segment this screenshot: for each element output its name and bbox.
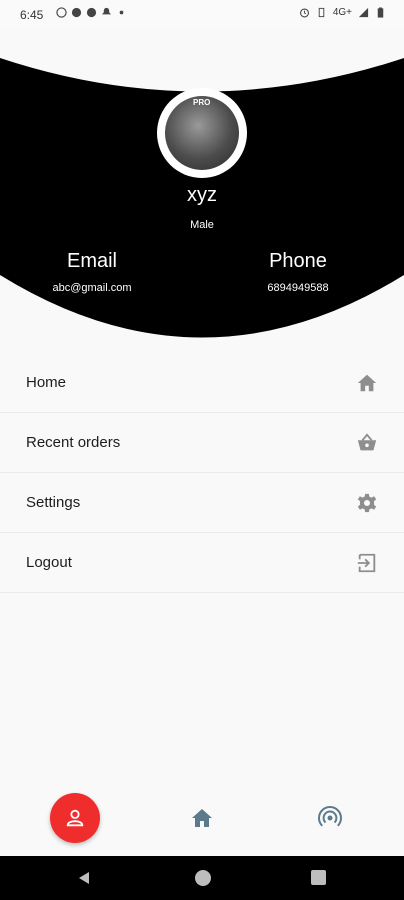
system-navigation-bar [0, 856, 404, 900]
home-tab-button[interactable] [190, 806, 214, 830]
recents-icon[interactable] [311, 870, 326, 885]
vibrate-icon [316, 7, 327, 18]
logout-icon [356, 552, 378, 574]
menu-item-recent-orders[interactable]: Recent orders [0, 413, 404, 473]
profile-icon [66, 809, 84, 827]
menu-item-label: Logout [26, 554, 72, 571]
menu-item-label: Recent orders [26, 434, 121, 451]
whatsapp-icon [56, 7, 67, 18]
radar-icon [318, 806, 342, 827]
bottom-navigation [0, 790, 404, 856]
home-circle-icon[interactable] [195, 870, 211, 886]
menu-item-logout[interactable]: Logout [0, 533, 404, 593]
email-block: Email abc@gmail.com [12, 250, 172, 294]
phone-value: 6894949588 [267, 282, 329, 294]
signal-icon [358, 7, 369, 18]
snapchat-icon [101, 7, 112, 18]
status-time: 6:45 [20, 8, 44, 22]
status-bar: 6:45 4G+ [0, 0, 404, 30]
menu-item-label: Home [26, 374, 67, 391]
avatar[interactable]: PRO [165, 96, 239, 170]
dot-icon [116, 7, 127, 18]
alarm-icon [299, 7, 310, 18]
menu-item-settings[interactable]: Settings [0, 473, 404, 533]
profile-tab-button[interactable] [50, 793, 100, 843]
messenger-icon-2 [86, 7, 97, 18]
profile-gender: Male [190, 219, 214, 231]
battery-icon [375, 7, 386, 18]
email-value: abc@gmail.com [52, 282, 132, 294]
system-status-icons: 4G+ [299, 7, 386, 18]
network-type: 4G+ [332, 7, 352, 18]
profile-name: xyz [187, 184, 217, 206]
menu-item-label: Settings [26, 494, 81, 511]
drawer-menu: Home Recent orders Settings Logout [0, 353, 404, 593]
avatar-tag: PRO [193, 98, 211, 107]
email-label: Email [66, 250, 117, 272]
messenger-icon [71, 7, 82, 18]
notification-icons [56, 7, 127, 18]
menu-item-home[interactable]: Home [0, 353, 404, 413]
back-icon[interactable] [76, 870, 92, 886]
phone-label: Phone [269, 250, 327, 272]
gear-icon [356, 492, 378, 514]
home-icon [192, 809, 212, 827]
profile-header: PRO xyz Male Email abc@gmail.com Phone 6… [0, 30, 404, 375]
phone-block: Phone 6894949588 [218, 250, 378, 294]
home-icon [356, 372, 378, 394]
radar-tab-button[interactable] [318, 806, 342, 830]
basket-icon [356, 432, 378, 454]
